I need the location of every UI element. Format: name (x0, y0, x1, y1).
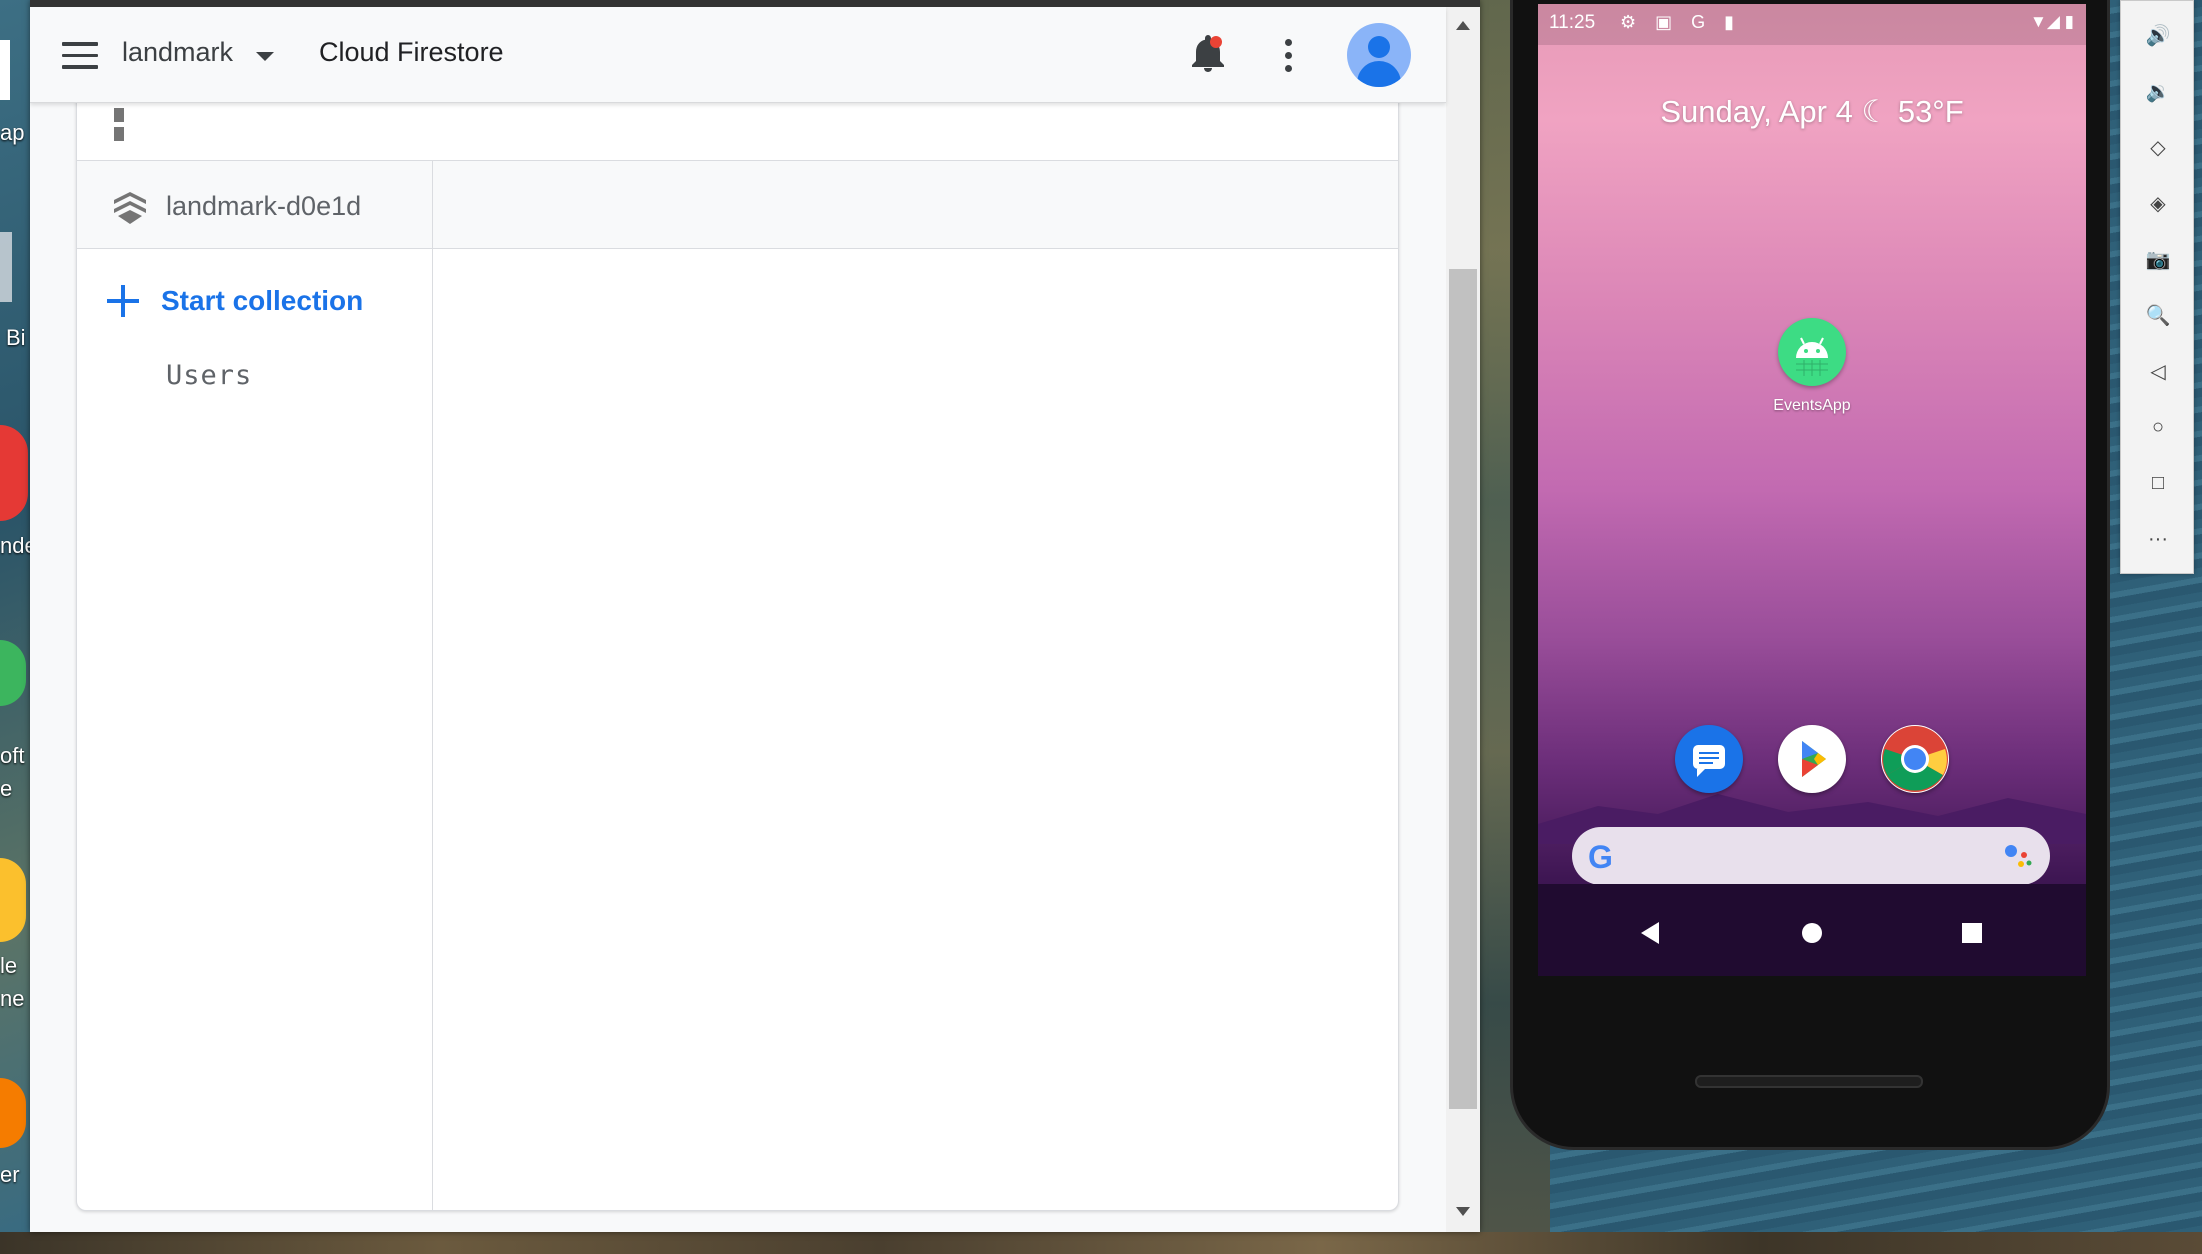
screenshot-camera-icon[interactable]: 📷 (2121, 231, 2195, 287)
wallpaper-rocks (0, 1232, 2202, 1254)
more-icon[interactable]: ··· (2121, 511, 2195, 567)
emulator-toolbar: 🔊 🔉 ◇ ◈ 📷 🔍 ◁ ○ □ ··· (2120, 0, 2194, 574)
plus-icon (107, 285, 139, 317)
google-assistant-icon[interactable] (2004, 843, 2032, 869)
page-scrollbar[interactable] (1446, 7, 1480, 1232)
desktop-icon-strip: ap Bi nde oft e le ne er (0, 0, 37, 1254)
desktop-icon-label-7: ne (0, 986, 25, 1011)
google-g-logo-icon: G (1588, 839, 1613, 875)
android-status-bar: 11:25 ⚙ ▣ G ▮ ▼◢ ▮ (1538, 4, 2086, 45)
nav-recents-icon[interactable] (1962, 923, 1982, 943)
desktop-app-icon-green[interactable] (0, 640, 30, 706)
desktop-icon-label-8: er (0, 1162, 20, 1187)
overview-icon[interactable]: □ (2121, 455, 2195, 511)
browser-window: landmark Cloud Firestore landmark-d0e1d (30, 0, 1480, 1232)
database-name[interactable]: landmark-d0e1d (166, 191, 361, 222)
volume-down-icon[interactable]: 🔉 (2121, 63, 2195, 119)
phone-speaker-grille (1695, 1075, 1923, 1088)
volume-up-icon[interactable]: 🔊 (2121, 7, 2195, 63)
status-time: 11:25 (1549, 12, 1596, 33)
nav-back-icon[interactable] (1641, 922, 1659, 944)
desktop-icon-label-1: ap (0, 120, 25, 145)
firestore-database-icon (114, 192, 146, 224)
project-selector[interactable]: landmark (122, 37, 233, 68)
panel-toolbar-row (77, 94, 1398, 161)
play-store-icon[interactable] (1778, 725, 1846, 793)
data-viewer-card: landmark-d0e1d Start collection Users (76, 93, 1399, 1211)
user-avatar[interactable] (1347, 23, 1411, 87)
desktop-chrome-icon[interactable] (0, 858, 30, 942)
scroll-down-arrow-icon[interactable] (1456, 1207, 1470, 1216)
start-collection-label: Start collection (161, 285, 364, 316)
database-path-row: landmark-d0e1d (77, 161, 1398, 249)
page-title: Cloud Firestore (319, 37, 504, 67)
more-options-icon[interactable] (1282, 39, 1294, 79)
collection-item-users[interactable]: Users (166, 360, 252, 391)
google-search-bar[interactable]: G (1572, 827, 2050, 885)
scroll-up-arrow-icon[interactable] (1456, 21, 1470, 30)
android-emulator-frame: 11:25 ⚙ ▣ G ▮ ▼◢ ▮ Sunday, Apr 4 ☾ 53°F … (1510, 0, 2110, 1150)
rotate-right-icon[interactable]: ◈ (2121, 175, 2195, 231)
eventsapp-android-icon[interactable] (1778, 318, 1846, 386)
caret-down-icon[interactable] (256, 52, 274, 61)
back-icon[interactable]: ◁ (2121, 343, 2195, 399)
firestore-content: landmark-d0e1d Start collection Users (30, 93, 1446, 1232)
status-notification-icons: ⚙ ▣ G ▮ (1620, 12, 1742, 32)
nav-home-icon[interactable] (1802, 923, 1822, 943)
desktop-icon-1[interactable] (0, 40, 30, 100)
notification-dot (1210, 36, 1222, 48)
home-icon[interactable] (114, 108, 142, 141)
menu-icon[interactable] (62, 42, 98, 69)
path-divider (432, 161, 433, 248)
desktop-app-icon-orange[interactable] (0, 1078, 30, 1148)
recycle-bin-icon[interactable] (0, 232, 30, 302)
console-header: landmark Cloud Firestore (30, 7, 1446, 103)
android-nav-bar (1538, 884, 2086, 976)
zoom-icon[interactable]: 🔍 (2121, 287, 2195, 343)
messages-app-icon[interactable] (1675, 725, 1743, 793)
emulator-screen[interactable]: 11:25 ⚙ ▣ G ▮ ▼◢ ▮ Sunday, Apr 4 ☾ 53°F … (1538, 4, 2086, 976)
status-signal-battery-icons: ▼◢ ▮ (2030, 12, 2074, 31)
eventsapp-label: EventsApp (1773, 397, 1851, 414)
date-weather-widget[interactable]: Sunday, Apr 4 ☾ 53°F (1538, 94, 2086, 130)
rotate-left-icon[interactable]: ◇ (2121, 119, 2195, 175)
notifications-bell-icon[interactable] (1188, 34, 1228, 76)
chrome-app-icon[interactable] (1881, 725, 1949, 793)
desktop-icon-label-6: le (0, 953, 18, 978)
column-divider (432, 249, 433, 1210)
start-collection-button[interactable]: Start collection (107, 279, 363, 323)
desktop-app-icon-red[interactable] (0, 425, 30, 521)
desktop-icon-label-2: Bi (6, 325, 26, 350)
home-icon[interactable]: ○ (2121, 399, 2195, 455)
desktop-icon-label-5: e (0, 776, 13, 801)
scroll-thumb[interactable] (1449, 269, 1477, 1109)
desktop-icon-label-4: oft (0, 743, 25, 768)
